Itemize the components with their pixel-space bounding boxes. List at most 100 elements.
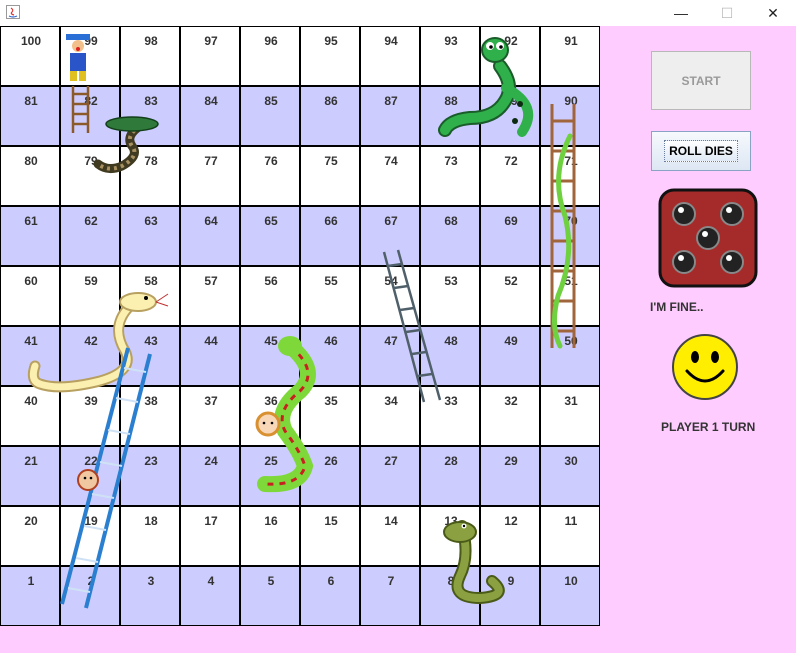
cell-number: 33 <box>444 394 458 408</box>
cell-number: 58 <box>144 274 158 288</box>
cell-number: 30 <box>564 454 578 468</box>
cell-number: 36 <box>264 394 278 408</box>
cell-number: 93 <box>444 34 458 48</box>
board-cell: 70 <box>540 206 600 266</box>
start-button[interactable]: START <box>651 51 751 110</box>
cell-number: 21 <box>24 454 38 468</box>
board-cell: 37 <box>180 386 240 446</box>
board-cell: 42 <box>60 326 120 386</box>
board-cell: 54 <box>360 266 420 326</box>
cell-number: 78 <box>144 154 158 168</box>
cell-number: 72 <box>504 154 518 168</box>
player-turn-label: PLAYER 1 TURN <box>661 420 756 434</box>
board-cell: 89 <box>480 86 540 146</box>
board-cell: 63 <box>120 206 180 266</box>
minimize-icon: — <box>674 5 688 21</box>
cell-number: 46 <box>324 334 338 348</box>
cell-number: 44 <box>204 334 218 348</box>
board-cell: 27 <box>360 446 420 506</box>
board-cell: 45 <box>240 326 300 386</box>
board-cell: 39 <box>60 386 120 446</box>
board-cell: 4 <box>180 566 240 626</box>
roll-dies-button[interactable]: ROLL DIES <box>651 131 751 171</box>
board-cell: 83 <box>120 86 180 146</box>
cell-number: 13 <box>444 514 458 528</box>
board-cell: 33 <box>420 386 480 446</box>
board-cell: 55 <box>300 266 360 326</box>
cell-number: 6 <box>327 574 335 588</box>
cell-number: 82 <box>84 94 98 108</box>
board-cell: 67 <box>360 206 420 266</box>
board-cell: 34 <box>360 386 420 446</box>
close-button[interactable]: ✕ <box>750 0 796 26</box>
board-cell: 28 <box>420 446 480 506</box>
board-cell: 80 <box>0 146 60 206</box>
cell-number: 100 <box>20 34 42 48</box>
cell-number: 83 <box>144 94 158 108</box>
board-cell: 25 <box>240 446 300 506</box>
board-cell: 59 <box>60 266 120 326</box>
cell-number: 68 <box>444 214 458 228</box>
cell-number: 43 <box>144 334 158 348</box>
board-cell: 46 <box>300 326 360 386</box>
board-cell: 22 <box>60 446 120 506</box>
board-cell: 93 <box>420 26 480 86</box>
cell-number: 25 <box>264 454 278 468</box>
cell-number: 59 <box>84 274 98 288</box>
board-cell: 77 <box>180 146 240 206</box>
cell-number: 87 <box>384 94 398 108</box>
board-cell: 100 <box>0 26 60 86</box>
cell-number: 27 <box>384 454 398 468</box>
board-cell: 94 <box>360 26 420 86</box>
board-cell: 79 <box>60 146 120 206</box>
cell-number: 81 <box>24 94 38 108</box>
board-cell: 75 <box>300 146 360 206</box>
board-cell: 19 <box>60 506 120 566</box>
cell-number: 66 <box>324 214 338 228</box>
board-cell: 52 <box>480 266 540 326</box>
board-cell: 5 <box>240 566 300 626</box>
board-cell: 66 <box>300 206 360 266</box>
cell-number: 38 <box>144 394 158 408</box>
board-cell: 98 <box>120 26 180 86</box>
title-bar: — ☐ ✕ <box>0 0 796 26</box>
board-cell: 6 <box>300 566 360 626</box>
cell-number: 41 <box>24 334 38 348</box>
board-cell: 81 <box>0 86 60 146</box>
board-cell: 60 <box>0 266 60 326</box>
cell-number: 94 <box>384 34 398 48</box>
cell-number: 7 <box>387 574 395 588</box>
cell-number: 47 <box>384 334 398 348</box>
cell-number: 76 <box>264 154 278 168</box>
board-cell: 99 <box>60 26 120 86</box>
board-cell: 50 <box>540 326 600 386</box>
cell-number: 18 <box>144 514 158 528</box>
cell-number: 99 <box>84 34 98 48</box>
cell-number: 57 <box>204 274 218 288</box>
status-message: I'M FINE.. <box>650 300 704 314</box>
cell-number: 56 <box>264 274 278 288</box>
cell-number: 35 <box>324 394 338 408</box>
start-button-label: START <box>681 73 721 88</box>
cell-number: 75 <box>324 154 338 168</box>
cell-number: 10 <box>564 574 578 588</box>
board-cell: 56 <box>240 266 300 326</box>
board-cell: 82 <box>60 86 120 146</box>
cell-number: 64 <box>204 214 218 228</box>
cell-number: 91 <box>564 34 578 48</box>
cell-number: 24 <box>204 454 218 468</box>
board-cell: 1 <box>0 566 60 626</box>
board-cell: 18 <box>120 506 180 566</box>
cell-number: 96 <box>264 34 278 48</box>
cell-number: 20 <box>24 514 38 528</box>
cell-number: 51 <box>564 274 578 288</box>
cell-number: 19 <box>84 514 98 528</box>
maximize-button[interactable]: ☐ <box>704 0 750 26</box>
close-icon: ✕ <box>767 4 779 21</box>
minimize-button[interactable]: — <box>658 0 704 26</box>
board-cell: 73 <box>420 146 480 206</box>
board-cell: 12 <box>480 506 540 566</box>
board-cell: 47 <box>360 326 420 386</box>
board-cell: 96 <box>240 26 300 86</box>
cell-number: 52 <box>504 274 518 288</box>
